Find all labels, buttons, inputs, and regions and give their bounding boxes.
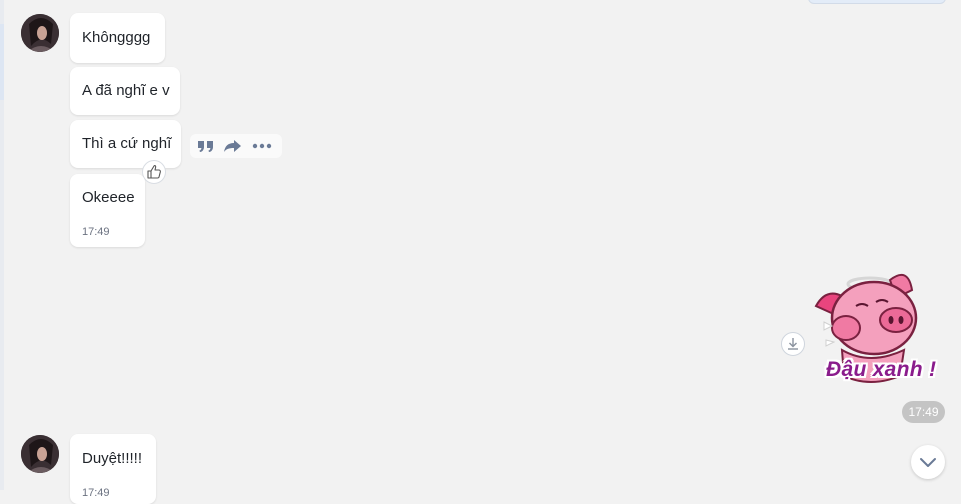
avatar-photo <box>21 435 59 473</box>
avatar[interactable] <box>21 14 59 52</box>
scroll-to-bottom-button[interactable] <box>911 445 945 479</box>
avatar[interactable] <box>21 435 59 473</box>
sticker-time: 17:49 <box>902 401 945 423</box>
previous-outgoing-bubble <box>808 0 946 4</box>
download-button[interactable] <box>781 332 805 356</box>
message-text: Duyệt!!!!! <box>82 450 143 467</box>
message-bubble[interactable]: A đã nghĩ e v <box>70 67 180 115</box>
message-bubble[interactable]: Khôngggg <box>70 13 165 63</box>
message-text: A đã nghĩ e v <box>82 82 170 99</box>
avatar-photo <box>21 14 59 52</box>
thumbs-up-icon <box>147 165 161 179</box>
message-text: Thì a cứ nghĩ <box>82 135 172 152</box>
message-bubble[interactable]: Duyệt!!!!! 17:49 <box>70 434 156 504</box>
more-icon[interactable] <box>252 138 272 154</box>
message-time: 17:49 <box>82 226 110 238</box>
sidebar-edge <box>0 0 4 490</box>
quote-icon[interactable] <box>197 138 217 154</box>
message-bubble[interactable]: Okeeee 17:49 <box>70 174 145 247</box>
message-time: 17:49 <box>82 487 110 499</box>
sticker-caption: Đậu xanh ! <box>826 358 937 381</box>
reaction-button[interactable] <box>142 160 166 184</box>
forward-icon[interactable] <box>223 138 243 154</box>
message-text: Okeeee <box>82 189 135 206</box>
message-actions-bar <box>190 134 282 158</box>
sidebar-edge-accent <box>0 24 4 100</box>
message-text: Khôngggg <box>82 29 151 46</box>
download-icon <box>788 338 798 350</box>
chevron-down-icon <box>920 458 936 467</box>
